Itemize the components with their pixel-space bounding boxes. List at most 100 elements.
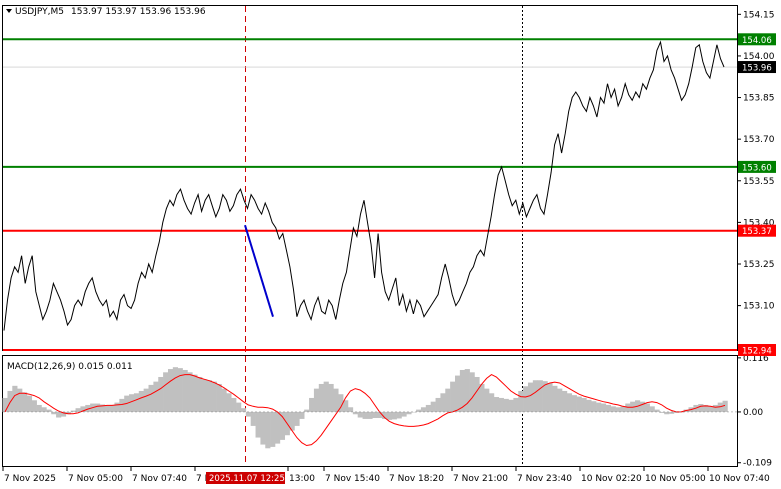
macd-histogram-bar bbox=[469, 372, 475, 412]
macd-histogram-bar bbox=[129, 394, 135, 412]
macd-histogram-bar bbox=[187, 372, 193, 412]
macd-histogram-bar bbox=[309, 397, 315, 412]
level-label-152.94: 152.94 bbox=[742, 347, 772, 357]
time-tick-label: 7 Nov 07:40 bbox=[132, 474, 187, 484]
macd-histogram-bar bbox=[489, 393, 495, 412]
macd-histogram-bar bbox=[537, 380, 543, 412]
macd-histogram-bar bbox=[669, 411, 675, 414]
macd-tick-label: -0.109 bbox=[743, 459, 772, 469]
macd-histogram-bar bbox=[265, 411, 271, 449]
macd-histogram-bar bbox=[644, 403, 650, 412]
macd-histogram-bar bbox=[484, 388, 490, 412]
time-tick-label: 7 Nov 18:20 bbox=[389, 474, 444, 484]
time-tick-label: 7 Nov 21:00 bbox=[453, 474, 508, 484]
time-tick-label: 7 Nov 05:00 bbox=[68, 474, 123, 484]
macd-histogram-bar bbox=[571, 395, 577, 412]
macd-histogram-bar bbox=[148, 384, 154, 412]
macd-histogram-bar bbox=[51, 411, 57, 415]
macd-histogram-bar bbox=[153, 381, 159, 412]
macd-histogram-bar bbox=[260, 411, 266, 445]
time-tick-label: 7 Nov 23:40 bbox=[517, 474, 572, 484]
macd-histogram-bar bbox=[523, 386, 529, 412]
macd-histogram-bar bbox=[416, 409, 422, 412]
macd-histogram-bar bbox=[192, 374, 198, 412]
macd-histogram-bar bbox=[46, 409, 52, 412]
macd-histogram-bar bbox=[41, 407, 47, 412]
macd-histogram-bar bbox=[372, 411, 378, 418]
macd-histogram-bar bbox=[430, 401, 436, 412]
macd-histogram-bar bbox=[435, 397, 441, 412]
macd-histogram-bar bbox=[576, 396, 582, 412]
macd-label: MACD(12,26,9) 0.015 0.011 bbox=[7, 362, 133, 372]
time-tick-label: 7 Nov 15:40 bbox=[325, 474, 380, 484]
macd-histogram-bar bbox=[596, 402, 602, 412]
macd-histogram-bar bbox=[425, 404, 431, 412]
macd-histogram-bar bbox=[562, 390, 568, 412]
price-chart[interactable]: USDJPY,M5 153.97 153.97 153.96 153.96 MA… bbox=[0, 0, 781, 489]
macd-histogram-bar bbox=[615, 407, 621, 412]
macd-histogram-bar bbox=[664, 411, 670, 415]
macd-histogram-bar bbox=[221, 388, 227, 412]
price-tick-label: 153.10 bbox=[743, 302, 775, 312]
macd-histogram-bar bbox=[17, 388, 23, 412]
macd-tick-label: 0.00 bbox=[743, 408, 763, 418]
chart-symbol: USDJPY,M5 bbox=[15, 7, 64, 17]
macd-histogram-bar bbox=[474, 376, 480, 412]
macd-histogram-bar bbox=[581, 397, 587, 412]
price-tick-label: 153.55 bbox=[743, 177, 775, 187]
macd-histogram-bar bbox=[12, 385, 18, 412]
macd-histogram-bar bbox=[498, 397, 504, 412]
macd-histogram-bar bbox=[226, 393, 232, 412]
macd-histogram-bar bbox=[352, 411, 359, 415]
main-plot-frame bbox=[2, 5, 738, 351]
price-tick-label: 153.25 bbox=[743, 260, 775, 270]
macd-histogram-bar bbox=[240, 408, 247, 412]
time-tick-label: 10 Nov 07:40 bbox=[709, 474, 770, 484]
macd-histogram-bar bbox=[396, 411, 402, 419]
macd-histogram-bar bbox=[318, 383, 324, 412]
macd-histogram-bar bbox=[22, 392, 28, 412]
time-tick-label: 7 Nov 2025 bbox=[4, 474, 56, 484]
time-tick-label: 10 Nov 02:20 bbox=[581, 474, 642, 484]
price-tick-label: 153.85 bbox=[743, 94, 775, 104]
macd-histogram-bar bbox=[250, 411, 256, 426]
macd-histogram-bar bbox=[36, 404, 42, 412]
macd-histogram-bar bbox=[518, 390, 524, 412]
macd-histogram-bar bbox=[206, 380, 213, 412]
macd-histogram-bar bbox=[245, 411, 251, 417]
macd-histogram-bar bbox=[547, 383, 553, 412]
macd-histogram-bar bbox=[362, 411, 368, 419]
macd-histogram-bar bbox=[464, 369, 470, 412]
macd-histogram-bar bbox=[440, 393, 446, 412]
macd-histogram-bar bbox=[479, 383, 485, 412]
macd-histogram-bar bbox=[323, 381, 329, 412]
macd-histogram-bar bbox=[133, 393, 140, 412]
macd-histogram-bar bbox=[333, 388, 339, 412]
macd-histogram-bar bbox=[386, 411, 393, 420]
macd-histogram-bar bbox=[698, 404, 704, 412]
macd-histogram-bar bbox=[172, 367, 179, 412]
macd-histogram-bar bbox=[119, 398, 125, 412]
macd-histogram-bar bbox=[255, 411, 261, 438]
current-price-label: 153.96 bbox=[742, 64, 772, 74]
macd-histogram-bar bbox=[605, 404, 611, 412]
macd-histogram-bar bbox=[445, 388, 451, 412]
macd-histogram-bar bbox=[31, 400, 37, 412]
macd-histogram-bar bbox=[552, 385, 558, 412]
level-label-153.60: 153.60 bbox=[742, 163, 772, 173]
macd-histogram-bar bbox=[347, 407, 354, 412]
macd-histogram-bar bbox=[216, 383, 222, 412]
macd-histogram-bar bbox=[406, 411, 412, 415]
macd-histogram-bar bbox=[377, 411, 383, 418]
macd-histogram-bar bbox=[7, 390, 13, 412]
macd-histogram-bar bbox=[202, 379, 208, 412]
macd-histogram-bar bbox=[649, 406, 655, 412]
macd-histogram-bar bbox=[95, 403, 101, 412]
macd-histogram-bar bbox=[391, 411, 397, 420]
macd-histogram-bar bbox=[712, 404, 719, 412]
macd-histogram-bar bbox=[566, 393, 573, 412]
macd-histogram-bar bbox=[109, 404, 115, 412]
macd-histogram-bar bbox=[513, 397, 519, 412]
macd-histogram-bar bbox=[236, 402, 242, 412]
macd-histogram-bar bbox=[328, 383, 334, 412]
